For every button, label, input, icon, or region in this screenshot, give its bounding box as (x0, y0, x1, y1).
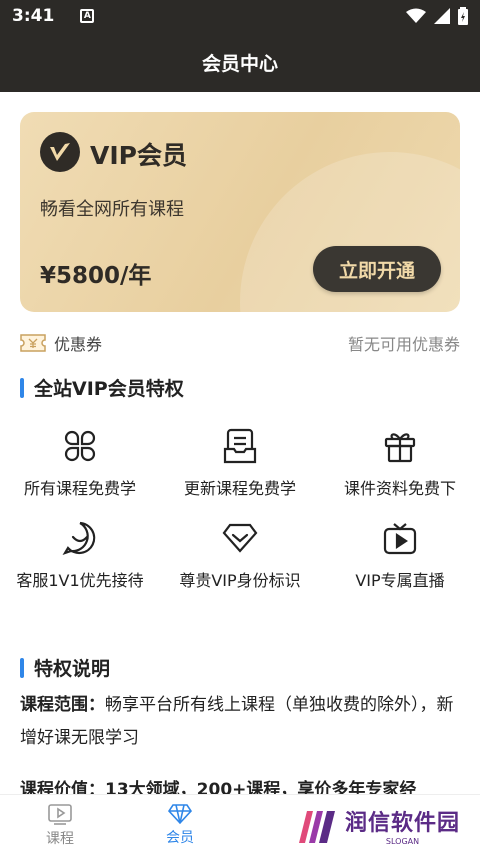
privilege-section-title: 特权说明 (20, 654, 110, 681)
wifi-icon (406, 8, 426, 23)
watermark-text: 润信软件园 SLOGAN (345, 805, 460, 846)
privilege-paragraph-partial: 课程价值：13大领域，200+课程，享价多年专家经 (20, 774, 460, 794)
gift-icon (320, 426, 480, 466)
title-bar: 会员中心 (0, 32, 480, 92)
coupon-status: 暂无可用优惠券 (347, 335, 460, 354)
vip-logo-icon (40, 132, 80, 172)
perk-label: 客服1V1优先接待 (16, 571, 144, 590)
watermark-logo-icon (299, 811, 335, 843)
status-icons (406, 7, 468, 25)
video-play-icon (48, 804, 72, 825)
privilege-paragraph: 课程范围：畅享平台所有线上课程（单独收费的除外），新增好课无限学习 (20, 689, 460, 755)
document-icon (160, 426, 320, 466)
diamond-icon (167, 804, 193, 825)
para-partial-text: 课程价值：13大领域，200+课程，享价多年专家经 (20, 780, 417, 794)
privilege-title-text: 特权说明 (34, 658, 111, 680)
watermark: 润信软件园 SLOGAN (295, 800, 475, 850)
vip-subtitle: 畅看全网所有课程 (40, 199, 184, 220)
perk-label: 尊贵VIP身份标识 (179, 571, 301, 590)
tab-label: 课程 (46, 831, 74, 847)
coupon-row[interactable]: 优惠券 暂无可用优惠券 (20, 330, 460, 356)
open-vip-button[interactable]: 立即开通 (313, 246, 441, 292)
section-accent-bar (20, 377, 24, 398)
para-label: 课程范围： (20, 695, 105, 715)
vip-title: VIP会员 (90, 141, 187, 170)
tv-play-icon (320, 518, 480, 558)
grid-clover-icon (0, 426, 160, 466)
vip-card: VIP会员 畅看全网所有课程 ¥5800/年 立即开通 (20, 112, 460, 312)
tab-courses[interactable]: 课程 (0, 795, 120, 854)
section-accent-bar (20, 657, 24, 678)
perk-label: VIP专属直播 (355, 571, 445, 590)
watermark-main: 润信软件园 (345, 810, 461, 836)
perk-label: 课件资料免费下 (343, 479, 456, 498)
perk-item[interactable]: 所有课程免费学 (0, 426, 160, 501)
coupon-label: 优惠券 (54, 335, 103, 354)
perk-item[interactable]: 客服1V1优先接待 (0, 518, 160, 593)
perk-item[interactable]: 尊贵VIP身份标识 (160, 518, 320, 593)
signal-icon (434, 8, 450, 24)
perk-item[interactable]: 更新课程免费学 (160, 426, 320, 501)
battery-icon (458, 7, 468, 25)
perks-title-text: 全站VIP会员特权 (34, 378, 184, 400)
perks-section-title: 全站VIP会员特权 (20, 374, 184, 401)
smile-chat-icon (12, 518, 148, 558)
perk-label: 所有课程免费学 (23, 479, 136, 498)
perk-item[interactable]: 课件资料免费下 (320, 426, 480, 501)
perk-item[interactable]: VIP专属直播 (320, 518, 480, 593)
diamond-icon (160, 518, 320, 558)
notification-a-icon: A (80, 9, 95, 23)
status-bar: 3:41 A (0, 0, 480, 32)
status-time: 3:41 (12, 6, 55, 26)
vip-price: ¥5800/年 (40, 263, 152, 289)
perk-label: 更新课程免费学 (183, 479, 296, 498)
coupon-icon (20, 334, 46, 352)
tab-vip[interactable]: 会员 (120, 795, 240, 854)
tab-label: 会员 (166, 830, 194, 846)
main-content[interactable]: VIP会员 畅看全网所有课程 ¥5800/年 立即开通 优惠券 暂无可用优惠券 … (0, 92, 480, 794)
watermark-slogan: SLOGAN (385, 836, 420, 846)
page-title: 会员中心 (201, 52, 278, 75)
